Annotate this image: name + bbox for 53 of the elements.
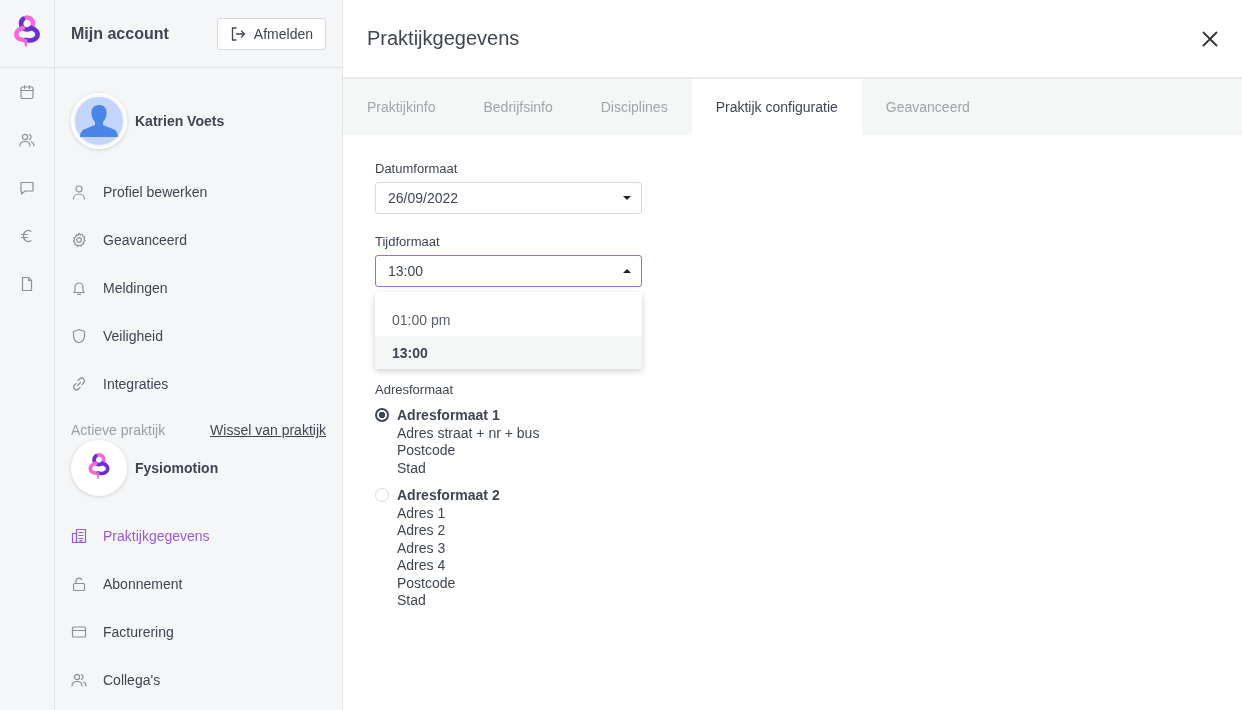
- logout-icon: [229, 25, 246, 42]
- address-line: Stad: [397, 592, 427, 610]
- panel-title: Praktijkgegevens: [367, 27, 520, 50]
- address-line: Adres 4: [397, 557, 447, 575]
- card-icon: [71, 624, 87, 640]
- file-icon: [19, 276, 35, 292]
- menu-item[interactable]: Profiel bewerken: [55, 168, 342, 216]
- field-label: Tijdformaat: [375, 234, 440, 249]
- calendar-icon: [19, 84, 35, 100]
- people-icon: [71, 672, 87, 688]
- section-label: Actieve praktijk: [71, 422, 166, 438]
- shield-icon: [71, 328, 87, 344]
- menu-item[interactable]: Abonnement: [55, 560, 342, 608]
- people-icon: [19, 132, 35, 148]
- address-line: Postcode: [397, 442, 457, 460]
- field-label: Adresformaat: [375, 382, 454, 397]
- settings-icon: [71, 232, 87, 248]
- menu-item[interactable]: Geavanceerd: [55, 216, 342, 264]
- switch-practice-link[interactable]: Wissel van praktijk: [210, 422, 326, 438]
- menu-item[interactable]: Facturering: [55, 608, 342, 656]
- menu-item[interactable]: Integraties: [55, 360, 342, 408]
- building-icon: [71, 528, 87, 544]
- avatar-placeholder: [71, 93, 127, 149]
- dropdown-option[interactable]: 01:00 pm: [375, 303, 642, 336]
- close-icon[interactable]: [1202, 30, 1218, 47]
- radio-button[interactable]: [375, 408, 389, 422]
- sidebar-title: Mijn account: [71, 24, 169, 43]
- user-name: Katrien Voets: [135, 113, 225, 129]
- euro-icon: [19, 228, 35, 244]
- select-field[interactable]: 26/09/2022: [375, 182, 642, 214]
- tab[interactable]: Praktijk configuratie: [691, 79, 862, 135]
- menu-item[interactable]: Veiligheid: [55, 312, 342, 360]
- field-label: Datumformaat: [375, 161, 458, 176]
- menu-item[interactable]: Meldingen: [55, 264, 342, 312]
- logout-button[interactable]: Afmelden: [216, 17, 326, 50]
- person-icon: [71, 184, 87, 200]
- bell-icon: [71, 280, 87, 296]
- link-icon: [71, 376, 87, 392]
- menu-item[interactable]: Collega's: [55, 656, 342, 704]
- chat-icon: [19, 180, 35, 196]
- address-line: Adres 3: [397, 539, 447, 557]
- menu-item[interactable]: Praktijkgegevens: [55, 512, 342, 560]
- practice-name: Fysiomotion: [135, 460, 219, 476]
- address-line: Stad: [397, 459, 427, 477]
- option-title: Adresformaat 2: [397, 487, 500, 505]
- address-line: Adres 1: [397, 504, 447, 522]
- dropdown-option[interactable]: 13:00: [375, 336, 642, 369]
- select-field[interactable]: 13:00: [375, 255, 642, 287]
- address-line: Adres straat + nr + bus: [397, 424, 540, 442]
- lock-icon: [71, 576, 87, 592]
- address-line: Adres 2: [397, 522, 447, 540]
- option-title: Adresformaat 1: [397, 407, 501, 425]
- address-line: Postcode: [397, 574, 457, 592]
